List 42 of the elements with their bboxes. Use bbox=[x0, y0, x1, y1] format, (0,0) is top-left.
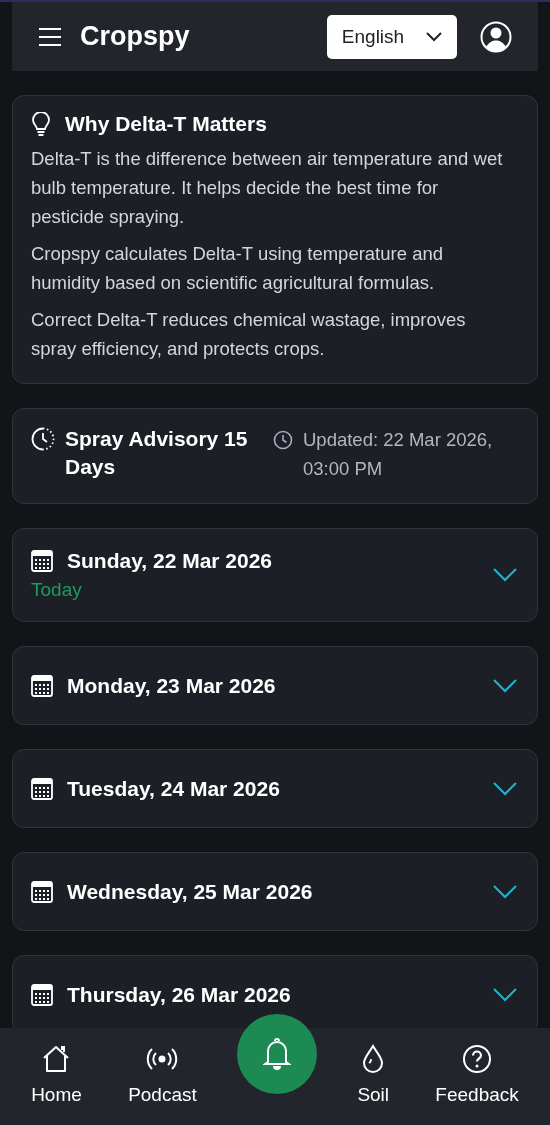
help-icon bbox=[462, 1044, 493, 1074]
droplet-icon bbox=[361, 1044, 386, 1074]
day-date: Sunday, 22 Mar 2026 bbox=[67, 549, 273, 573]
clock-icon bbox=[273, 430, 293, 450]
language-dropdown[interactable]: English bbox=[327, 14, 457, 59]
info-paragraph: Cropspy calculates Delta-T using temperature and humidity based on scientific agricultural formulas. bbox=[31, 242, 444, 295]
day-card[interactable]: Thursday, 26 Mar 2026 bbox=[12, 955, 538, 1028]
advisory-title: Spray Advisory 15 Days bbox=[65, 426, 249, 480]
calendar-icon bbox=[31, 674, 53, 697]
menu-icon[interactable] bbox=[38, 26, 62, 47]
caret-icon bbox=[426, 31, 443, 42]
day-card[interactable]: Tuesday, 24 Mar 2026 bbox=[12, 749, 538, 828]
info-paragraph: Correct Delta-T reduces chemical wastage, improves spray efficiency, and protects crops. bbox=[31, 308, 467, 361]
chevron-icon[interactable] bbox=[493, 781, 517, 796]
day-date: Monday, 23 Mar 2026 bbox=[67, 673, 276, 698]
clock-icon bbox=[31, 427, 55, 451]
chevron-icon[interactable] bbox=[493, 987, 517, 1002]
day-date: Wednesday, 25 Mar 2026 bbox=[67, 879, 313, 904]
card-title: Why Delta-T Matters bbox=[65, 112, 267, 136]
account-icon[interactable] bbox=[480, 20, 512, 53]
chevron-icon[interactable] bbox=[493, 568, 517, 582]
day-card[interactable]: Monday, 23 Mar 2026 bbox=[12, 646, 538, 725]
calendar-icon bbox=[31, 880, 53, 903]
nav-tab[interactable]: Home bbox=[25, 1028, 88, 1107]
nav-tab[interactable]: Podcast bbox=[122, 1028, 203, 1107]
day-date: Thursday, 26 Mar 2026 bbox=[67, 982, 291, 1007]
nav-tab[interactable]: Soil bbox=[351, 1028, 396, 1107]
calendar-icon bbox=[31, 777, 53, 800]
app-title: Cropspy bbox=[80, 21, 191, 52]
updated-time: Updated: 22 Mar 2026, 03:00 PM bbox=[303, 428, 494, 481]
day-card[interactable]: Sunday, 22 Mar 2026 Today bbox=[12, 528, 538, 622]
calendar-icon bbox=[31, 983, 53, 1006]
lightbulb-icon bbox=[31, 112, 51, 136]
day-card[interactable]: Wednesday, 25 Mar 2026 bbox=[12, 852, 538, 931]
calendar-icon bbox=[31, 550, 53, 572]
bell-icon bbox=[263, 1038, 292, 1070]
chevron-icon[interactable] bbox=[493, 678, 517, 693]
nav-tab[interactable]: Feedback bbox=[429, 1028, 525, 1107]
day-date: Tuesday, 24 Mar 2026 bbox=[67, 776, 280, 801]
today-label: Today bbox=[31, 579, 83, 601]
chevron-icon[interactable] bbox=[493, 884, 517, 899]
info-paragraph: Delta-T is the difference between air temperature and wet bulb temperature. It helps decide the best time for pesticide spraying. bbox=[31, 147, 504, 229]
